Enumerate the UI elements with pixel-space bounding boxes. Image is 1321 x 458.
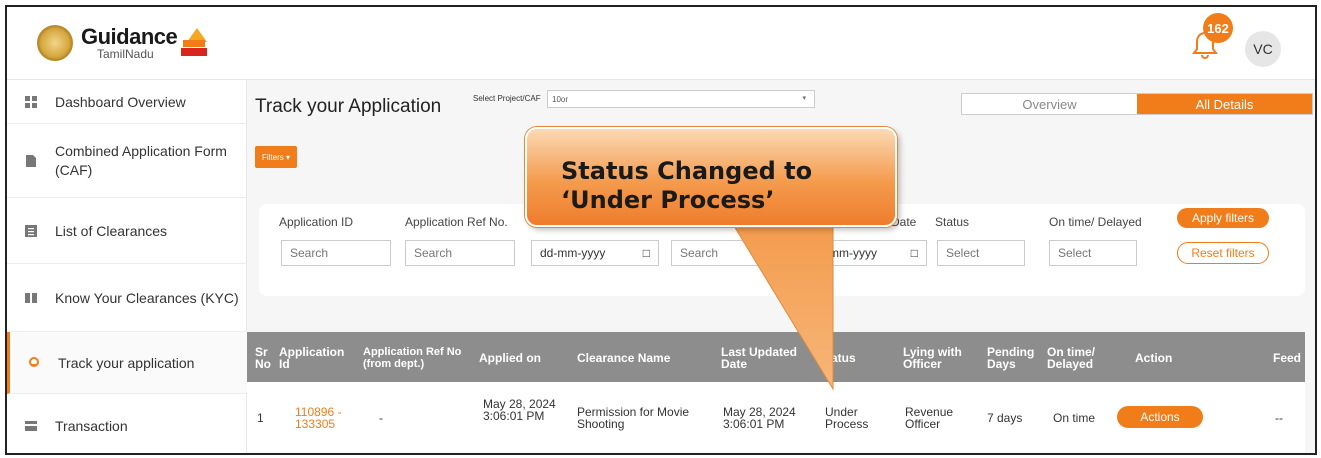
app-frame: Guidance TamilNadu 162 VC Dashboard Over… bbox=[5, 5, 1317, 455]
callout-pointer bbox=[730, 220, 834, 391]
annotation-callout: Status Changed to ‘Under Process’ bbox=[525, 127, 897, 227]
callout-text: Status Changed to ‘Under Process’ bbox=[561, 157, 813, 214]
